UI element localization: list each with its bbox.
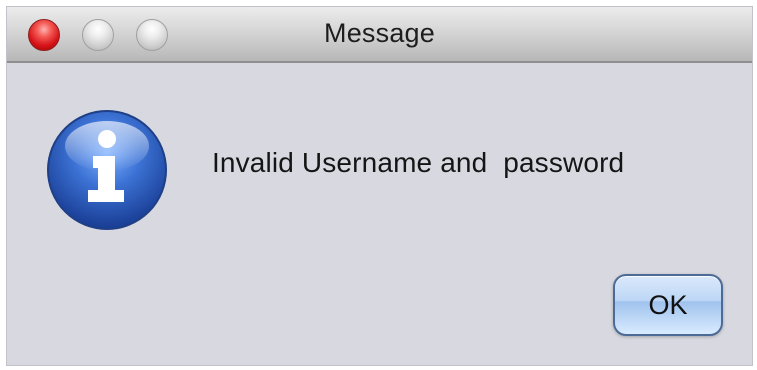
info-icon bbox=[45, 108, 169, 232]
error-message: Invalid Username and password bbox=[212, 147, 625, 178]
title-bar: Message bbox=[7, 7, 752, 63]
ok-button[interactable]: OK bbox=[613, 274, 723, 336]
window-title: Message bbox=[324, 18, 435, 48]
message-dialog: Message Invalid Username and password OK bbox=[7, 7, 752, 365]
